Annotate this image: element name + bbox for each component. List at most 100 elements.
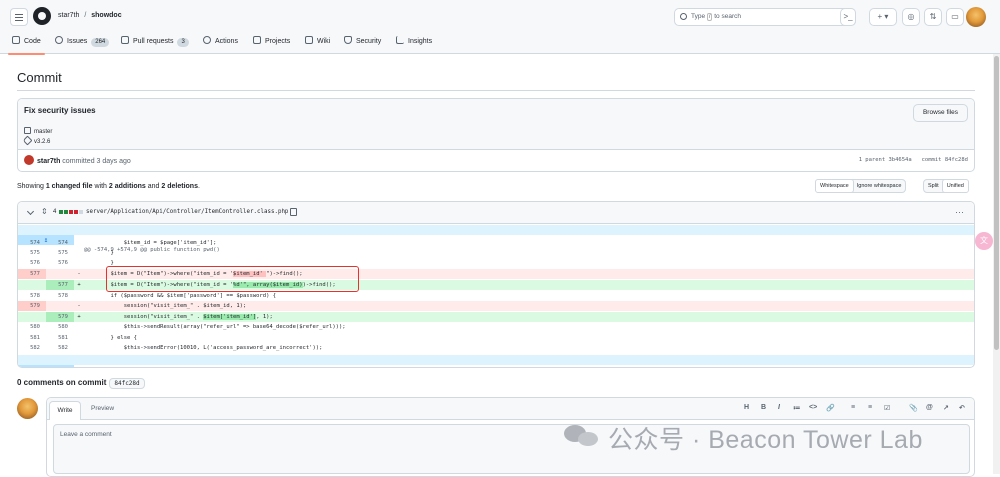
tag-ref[interactable]: v3.2.6: [22, 135, 50, 146]
tab-insights[interactable]: Insights: [396, 34, 432, 52]
tab-preview[interactable]: Preview: [91, 405, 114, 412]
tab-write[interactable]: Write: [49, 401, 81, 420]
diff-view-toggle: Split Unified: [923, 179, 969, 193]
expand-down-button[interactable]: ↧: [18, 365, 74, 367]
italic-icon[interactable]: I: [778, 404, 780, 411]
expand-all-icon[interactable]: ⇕: [41, 207, 48, 216]
hunk-header: ↥ @@ -574,9 +574,9 @@ public function pw…: [18, 225, 974, 253]
undo-icon[interactable]: ↶: [959, 404, 965, 412]
page-scrollbar[interactable]: [993, 54, 1000, 474]
github-logo-icon[interactable]: [33, 7, 51, 25]
hunk-footer: ↧: [18, 355, 974, 367]
old-line-number[interactable]: 580: [18, 322, 46, 332]
parent-sha[interactable]: 3b4654a: [889, 157, 912, 163]
tab-actions[interactable]: Actions: [203, 34, 238, 52]
line-code: if ($password && $item['password'] == $p…: [84, 293, 277, 299]
file-path[interactable]: server/Application/Api/Controller/ItemCo…: [86, 209, 288, 215]
reference-icon[interactable]: ↗: [943, 404, 949, 412]
search-key: /: [706, 13, 713, 21]
menu-button[interactable]: [10, 8, 28, 26]
whitespace-button[interactable]: Whitespace: [815, 179, 854, 193]
new-line-number[interactable]: 581: [46, 333, 74, 343]
new-line-number[interactable]: 577: [46, 280, 74, 290]
chevron-down-icon[interactable]: [26, 207, 35, 216]
line-sign: +: [77, 314, 81, 320]
author-name[interactable]: star7th: [37, 158, 60, 165]
editor-header: Write Preview H B I ≔ <> 🔗 ≡ ≡ ☑ 📎 @ ↗ ↶: [47, 398, 974, 420]
breadcrumb: star7th / showdoc: [58, 12, 122, 19]
numbered-list-icon[interactable]: ≡: [851, 404, 855, 411]
code-icon[interactable]: <>: [809, 404, 817, 411]
pull-requests-icon[interactable]: ⇅: [924, 8, 942, 26]
author-avatar[interactable]: [24, 155, 34, 165]
new-line-number[interactable]: 579: [46, 312, 74, 322]
new-line-number[interactable]: 574: [46, 238, 74, 248]
scrollbar-thumb[interactable]: [994, 56, 999, 350]
inbox-icon[interactable]: ▭: [946, 8, 964, 26]
new-line-number[interactable]: 578: [46, 291, 74, 301]
old-line-number[interactable]: 579: [18, 301, 46, 311]
search-placeholder-post: to search: [714, 13, 741, 20]
top-navigation: star7th / showdoc Type / to search >_ + …: [0, 0, 1000, 55]
tab-wiki[interactable]: Wiki: [305, 34, 330, 52]
line-code: $this->sendResult(array("refer_url" => b…: [84, 324, 346, 330]
diff-line: 581 581 } else {: [18, 333, 974, 343]
summary-with: with: [94, 183, 107, 190]
link-icon[interactable]: 🔗: [826, 404, 835, 412]
tab-code[interactable]: Code: [8, 34, 45, 55]
new-line-number[interactable]: 582: [46, 343, 74, 353]
attach-icon[interactable]: 📎: [909, 404, 918, 412]
issue-icon: [55, 36, 63, 44]
command-palette-button[interactable]: >_: [840, 8, 856, 26]
quote-icon[interactable]: ≔: [793, 404, 800, 412]
issues-count: 264: [91, 38, 110, 47]
mention-icon[interactable]: @: [926, 404, 933, 411]
comments-sha: 84fc28d: [109, 378, 145, 389]
user-avatar[interactable]: [966, 7, 986, 27]
unified-button[interactable]: Unified: [941, 179, 969, 193]
new-line-number[interactable]: 575: [46, 248, 74, 258]
tab-pull-requests[interactable]: Pull requests 3: [121, 34, 189, 52]
old-line-number[interactable]: 575: [18, 248, 46, 258]
commit-time: 3 days ago: [96, 158, 131, 165]
new-line-number[interactable]: 580: [46, 322, 74, 332]
floating-translate-icon[interactable]: 文: [975, 232, 993, 250]
heading-icon[interactable]: H: [744, 404, 749, 411]
title-divider: [17, 90, 975, 91]
old-line-number[interactable]: 578: [18, 291, 46, 301]
commit-label: commit: [921, 157, 942, 163]
page-title: Commit: [17, 70, 62, 85]
split-button[interactable]: Split: [924, 180, 943, 192]
old-line-number[interactable]: 574: [18, 238, 46, 248]
task-list-icon[interactable]: ☑: [884, 404, 890, 412]
bulleted-list-icon[interactable]: ≡: [868, 404, 872, 411]
play-icon: [203, 36, 211, 44]
tag-icon: [22, 135, 33, 146]
branch-ref[interactable]: master: [24, 127, 52, 135]
search-icon: [680, 13, 687, 20]
ignore-whitespace-button[interactable]: Ignore whitespace: [853, 180, 906, 192]
tab-issues[interactable]: Issues 264: [55, 34, 110, 52]
issues-icon[interactable]: ◎: [902, 8, 920, 26]
copy-icon[interactable]: [290, 208, 297, 216]
repo-link[interactable]: showdoc: [91, 12, 121, 19]
tab-security[interactable]: Security: [344, 34, 381, 52]
commit-meta: 1 parent 3b4654a commit 84fc28d: [859, 157, 968, 163]
summary-files: 1 changed file: [45, 183, 93, 190]
browse-files-button[interactable]: Browse files: [913, 104, 968, 122]
tab-projects[interactable]: Projects: [253, 34, 290, 52]
old-line-number[interactable]: 581: [18, 333, 46, 343]
old-line-number[interactable]: 582: [18, 343, 46, 353]
owner-link[interactable]: star7th: [58, 12, 79, 19]
new-line-number[interactable]: 576: [46, 258, 74, 268]
bold-icon[interactable]: B: [761, 404, 766, 411]
old-line-number[interactable]: 577: [18, 269, 46, 279]
search-input[interactable]: Type / to search: [674, 8, 856, 26]
line-sign: +: [77, 282, 81, 288]
diff-line: 580 580 $this->sendResult(array("refer_ur…: [18, 322, 974, 332]
old-line-number[interactable]: 576: [18, 258, 46, 268]
table-icon: [253, 36, 261, 44]
more-options-icon[interactable]: ···: [955, 207, 964, 217]
create-new-button[interactable]: + ▾: [869, 8, 897, 26]
deleted-line: 579 - session("visit_item_" . $item_id, 1…: [18, 301, 974, 311]
